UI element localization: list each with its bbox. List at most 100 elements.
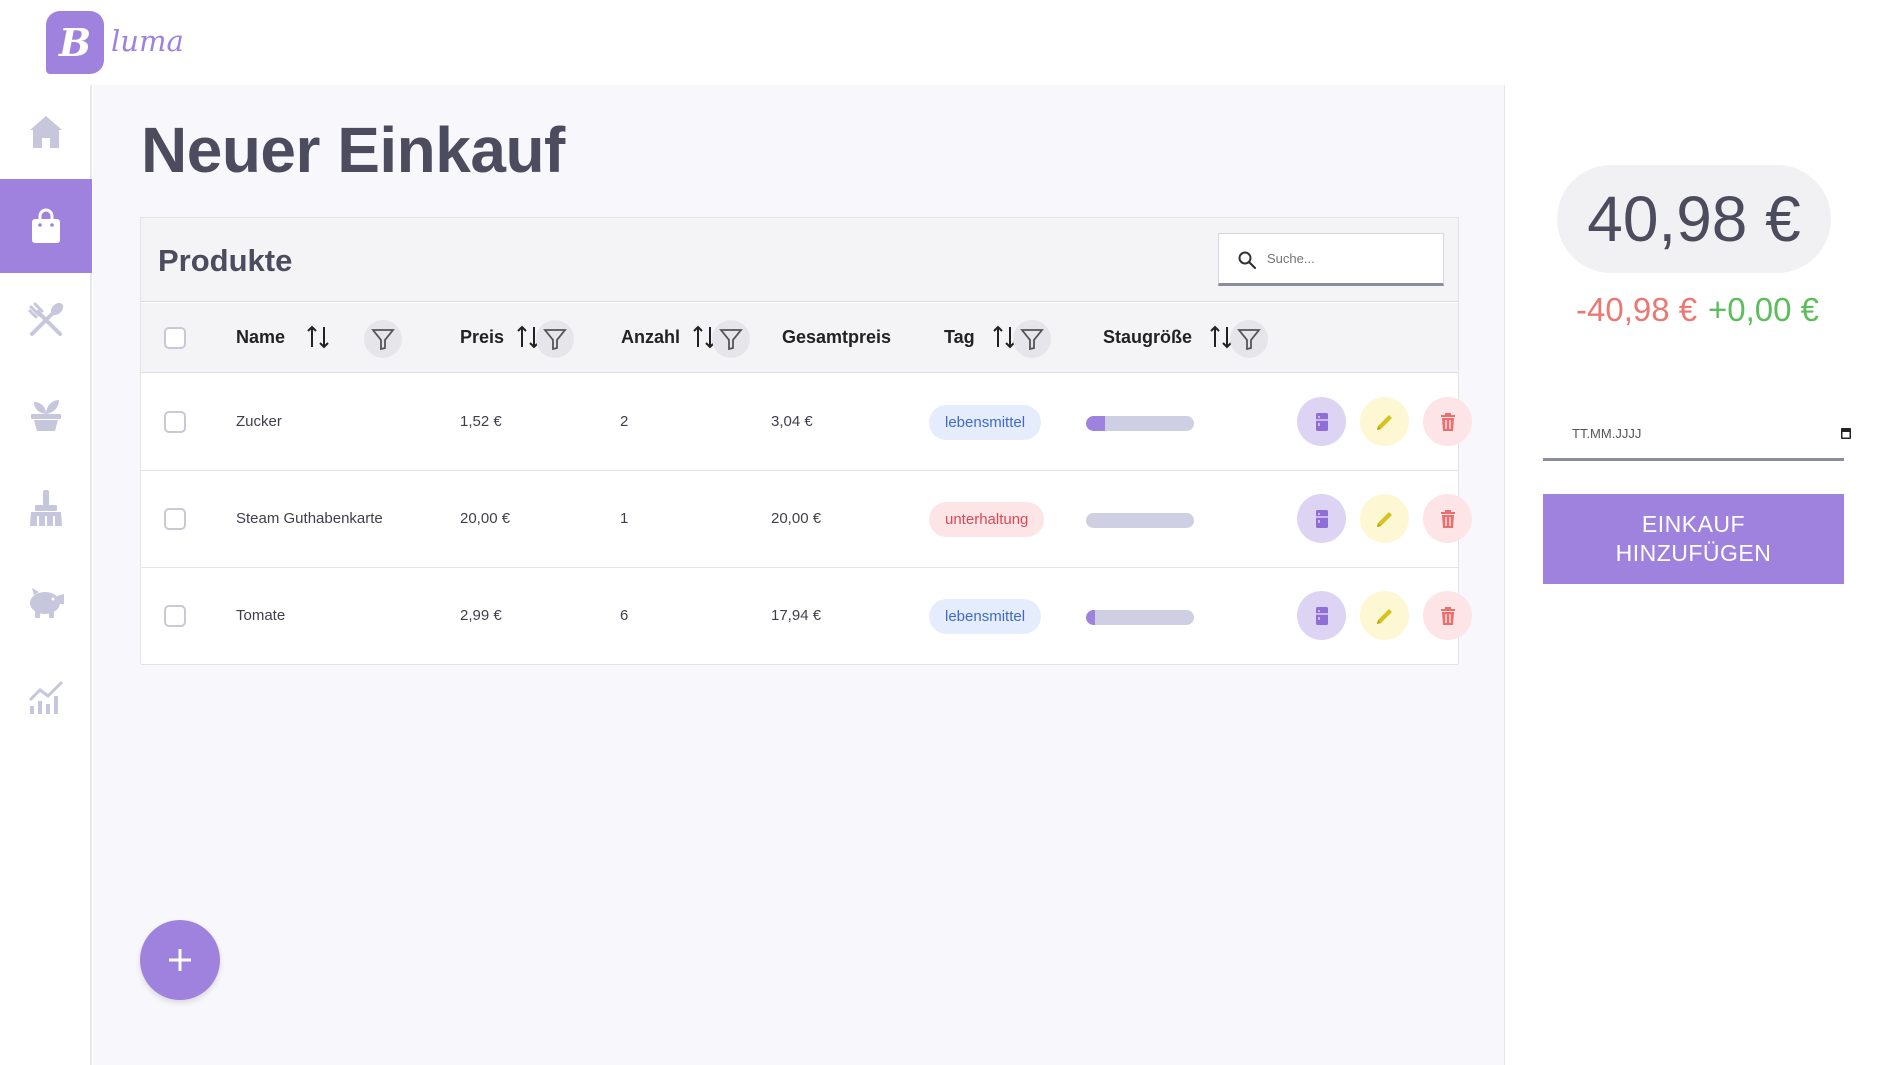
filter-icon: [543, 329, 567, 351]
storage-bar: [1086, 513, 1194, 528]
product-price: 20,00 €: [460, 510, 511, 527]
product-price: 1,52 €: [460, 413, 502, 430]
cutlery-icon: [28, 302, 64, 336]
product-total: 3,04 €: [771, 413, 813, 430]
table-header-bar: Produkte: [141, 218, 1458, 302]
negative-amount: -40,98 €: [1576, 291, 1698, 328]
product-name: Steam Guthabenkarte: [236, 510, 383, 527]
column-price: Preis: [460, 327, 505, 347]
fridge-icon: [1315, 606, 1328, 625]
column-storage: Staugröße: [1103, 327, 1193, 347]
nav-cooking[interactable]: [0, 273, 92, 367]
logo-badge[interactable]: B: [46, 11, 104, 74]
product-name: Zucker: [236, 413, 282, 430]
shopping-bag-icon: [32, 208, 60, 243]
filter-storage-button[interactable]: [1230, 320, 1268, 358]
filter-icon: [1237, 329, 1261, 351]
storage-bar-fill: [1086, 416, 1106, 431]
fridge-icon: [1315, 412, 1328, 431]
filter-icon: [1020, 329, 1044, 351]
select-all-checkbox[interactable]: [164, 327, 186, 349]
chart-icon: [28, 680, 64, 714]
tag-badge: lebensmittel: [929, 405, 1042, 440]
storage-bar-fill: [1086, 610, 1095, 625]
total-amount: 40,98 €: [1557, 165, 1831, 273]
table-row: Zucker 1,52 € 2 3,04 € lebensmittel: [141, 374, 1472, 471]
fridge-button[interactable]: [1297, 494, 1346, 543]
positive-amount: +0,00 €: [1708, 291, 1820, 328]
product-total: 20,00 €: [771, 510, 822, 527]
column-total: Gesamtpreis: [782, 327, 892, 347]
column-quantity: Anzahl: [621, 327, 681, 347]
trash-icon: [1440, 509, 1455, 528]
filter-price-button[interactable]: [536, 320, 574, 358]
edit-button[interactable]: [1360, 591, 1409, 640]
fridge-button[interactable]: [1297, 397, 1346, 446]
edit-button[interactable]: [1360, 397, 1409, 446]
calendar-icon[interactable]: [1837, 426, 1855, 442]
page-title: Neuer Einkauf: [141, 114, 565, 186]
search-box[interactable]: [1218, 233, 1444, 286]
product-quantity: 2: [620, 413, 629, 430]
nav-home[interactable]: [0, 85, 92, 179]
products-table: Produkte Name Preis Anzahl Gesamtpreis T…: [140, 217, 1472, 665]
plus-icon: [169, 949, 191, 971]
logo-text: luma: [111, 24, 184, 58]
fridge-icon: [1315, 509, 1328, 528]
home-icon: [30, 116, 62, 148]
filter-tag-button[interactable]: [1013, 320, 1051, 358]
nav-savings[interactable]: [0, 555, 92, 649]
column-tag: Tag: [944, 327, 975, 347]
delete-button[interactable]: [1423, 494, 1472, 543]
sort-name-icon[interactable]: [305, 323, 331, 351]
row-checkbox[interactable]: [164, 411, 186, 433]
nav-plants[interactable]: [0, 367, 92, 461]
date-field[interactable]: TT.MM.JJJJ: [1543, 408, 1851, 461]
pencil-icon: [1376, 511, 1392, 527]
fridge-button[interactable]: [1297, 591, 1346, 640]
table-row: Tomate 2,99 € 6 17,94 € lebensmittel: [141, 568, 1472, 665]
trash-icon: [1440, 606, 1455, 625]
piggy-bank-icon: [30, 588, 64, 618]
filter-quantity-button[interactable]: [712, 320, 750, 358]
top-bar: B luma: [0, 0, 1881, 85]
product-total: 17,94 €: [771, 607, 822, 624]
main-content: Neuer Einkauf Produkte Name Preis Anzahl…: [93, 85, 1505, 1065]
pencil-icon: [1376, 608, 1392, 624]
sidebar: [0, 85, 92, 1065]
nav-shopping[interactable]: [0, 179, 92, 273]
edit-button[interactable]: [1360, 494, 1409, 543]
date-placeholder: TT.MM.JJJJ: [1572, 426, 1642, 441]
storage-bar: [1086, 416, 1194, 431]
row-checkbox[interactable]: [164, 508, 186, 530]
product-price: 2,99 €: [460, 607, 502, 624]
nav-cleaning[interactable]: [0, 461, 92, 555]
filter-name-button[interactable]: [364, 320, 402, 358]
filter-icon: [371, 329, 395, 351]
delete-button[interactable]: [1423, 397, 1472, 446]
table-column-headers: Name Preis Anzahl Gesamtpreis Tag Staugr…: [141, 303, 1458, 373]
plant-icon: [31, 400, 61, 431]
product-quantity: 1: [620, 510, 629, 527]
tag-badge: unterhaltung: [929, 502, 1045, 537]
logo-letter: B: [58, 20, 92, 65]
summary-panel: 40,98 € -40,98 € +0,00 € TT.MM.JJJJ EINK…: [1506, 85, 1881, 1065]
filter-icon: [719, 329, 743, 351]
table-row: Steam Guthabenkarte 20,00 € 1 20,00 € un…: [141, 471, 1472, 568]
row-checkbox[interactable]: [164, 605, 186, 627]
storage-bar: [1086, 610, 1194, 625]
trash-icon: [1440, 412, 1455, 431]
delete-button[interactable]: [1423, 591, 1472, 640]
add-purchase-button[interactable]: EINKAUF HINZUFÜGEN: [1543, 494, 1844, 584]
pencil-icon: [1376, 414, 1392, 430]
tag-badge: lebensmittel: [929, 599, 1042, 634]
column-name: Name: [236, 327, 286, 347]
search-input[interactable]: [1267, 246, 1427, 270]
nav-statistics[interactable]: [0, 649, 92, 743]
products-title: Produkte: [158, 243, 293, 278]
add-product-button[interactable]: [140, 920, 220, 1000]
search-icon: [1238, 251, 1257, 270]
product-quantity: 6: [620, 607, 629, 624]
product-name: Tomate: [236, 607, 286, 624]
broom-icon: [30, 490, 62, 526]
